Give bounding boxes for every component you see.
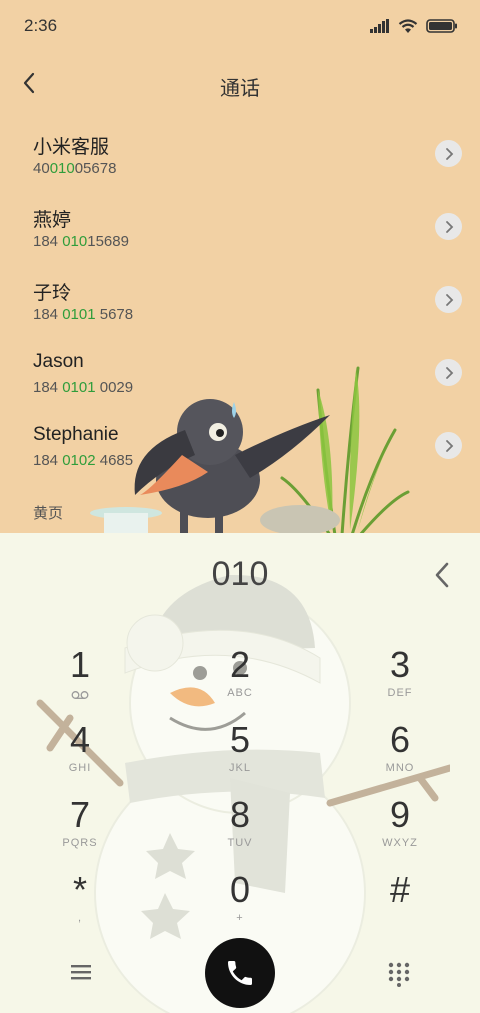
status-time: 2:36 <box>24 16 58 35</box>
match-highlight: 010 <box>49 160 75 177</box>
match-highlight: 0101 <box>62 379 96 396</box>
key-star[interactable]: * , <box>25 870 135 940</box>
contact-row[interactable]: 子玲 184 0101 5678 <box>0 266 480 339</box>
contact-detail-button[interactable] <box>435 286 462 313</box>
call-button[interactable] <box>205 938 275 1008</box>
key-hash[interactable]: # <box>345 870 455 940</box>
match-highlight: 010 <box>62 233 88 250</box>
contact-detail-button[interactable] <box>435 140 462 167</box>
contact-name: 燕婷 <box>33 210 72 231</box>
key-7[interactable]: 7 PQRS <box>25 795 135 865</box>
yellow-pages-label[interactable]: 黄页 <box>33 502 63 523</box>
delete-button[interactable] <box>426 559 458 591</box>
key-2[interactable]: 2 ABC <box>185 645 295 715</box>
chevron-right-icon <box>445 439 453 452</box>
page-title: 通话 <box>220 76 260 100</box>
dialpad: 010 1 2 ABC 3 DEF 4 GHI 5 JKL 6 MNO 7 PQ… <box>0 533 480 1013</box>
contact-name: Stephanie <box>33 424 119 445</box>
keypad-icon[interactable] <box>387 961 411 987</box>
menu-icon[interactable] <box>68 961 94 983</box>
contact-detail-button[interactable] <box>435 359 462 386</box>
contact-row[interactable]: 燕婷 184 01015689 <box>0 193 480 266</box>
match-highlight: 0102 <box>62 452 96 469</box>
contact-number: 184 0101 5678 <box>33 306 134 323</box>
battery-icon <box>426 19 457 33</box>
contact-results: 小米客服 4001005678 燕婷 184 01015689 子玲 184 0… <box>0 120 480 485</box>
contact-detail-button[interactable] <box>435 432 462 459</box>
contact-name: 子玲 <box>33 283 72 304</box>
contact-name: 小米客服 <box>33 137 110 158</box>
voicemail-icon <box>71 691 89 699</box>
contact-number: 184 0102 4685 <box>33 452 134 469</box>
key-8[interactable]: 8 TUV <box>185 795 295 865</box>
header: 通话 <box>0 60 480 108</box>
key-4[interactable]: 4 GHI <box>25 720 135 790</box>
dialed-number: 010 <box>211 555 269 593</box>
key-9[interactable]: 9 WXYZ <box>345 795 455 865</box>
contact-row[interactable]: Stephanie 184 0102 4685 <box>0 412 480 485</box>
contact-name: Jason <box>33 351 84 372</box>
key-1[interactable]: 1 <box>25 645 135 715</box>
key-6[interactable]: 6 MNO <box>345 720 455 790</box>
status-bar: 2:36 <box>0 0 480 52</box>
contact-number: 184 0101 0029 <box>33 379 134 396</box>
phone-icon <box>228 961 252 985</box>
contact-row[interactable]: Jason 184 0101 0029 <box>0 339 480 412</box>
key-3[interactable]: 3 DEF <box>345 645 455 715</box>
contact-number: 4001005678 <box>33 160 117 177</box>
backspace-chevron-icon <box>435 562 449 588</box>
results-panel: 2:36 通话 小米客服 4001005678 燕婷 184 01015689 … <box>0 0 480 533</box>
chevron-right-icon <box>445 293 453 306</box>
wifi-icon <box>398 18 418 33</box>
match-highlight: 0101 <box>62 306 96 323</box>
contact-row[interactable]: 小米客服 4001005678 <box>0 120 480 193</box>
key-0[interactable]: 0 + <box>185 870 295 940</box>
contact-detail-button[interactable] <box>435 213 462 240</box>
status-icons <box>370 16 458 36</box>
signal-icon <box>370 19 389 33</box>
chevron-right-icon <box>445 220 453 233</box>
chevron-right-icon <box>445 147 453 160</box>
contact-number: 184 01015689 <box>33 233 129 250</box>
key-5[interactable]: 5 JKL <box>185 720 295 790</box>
chevron-right-icon <box>445 366 453 379</box>
